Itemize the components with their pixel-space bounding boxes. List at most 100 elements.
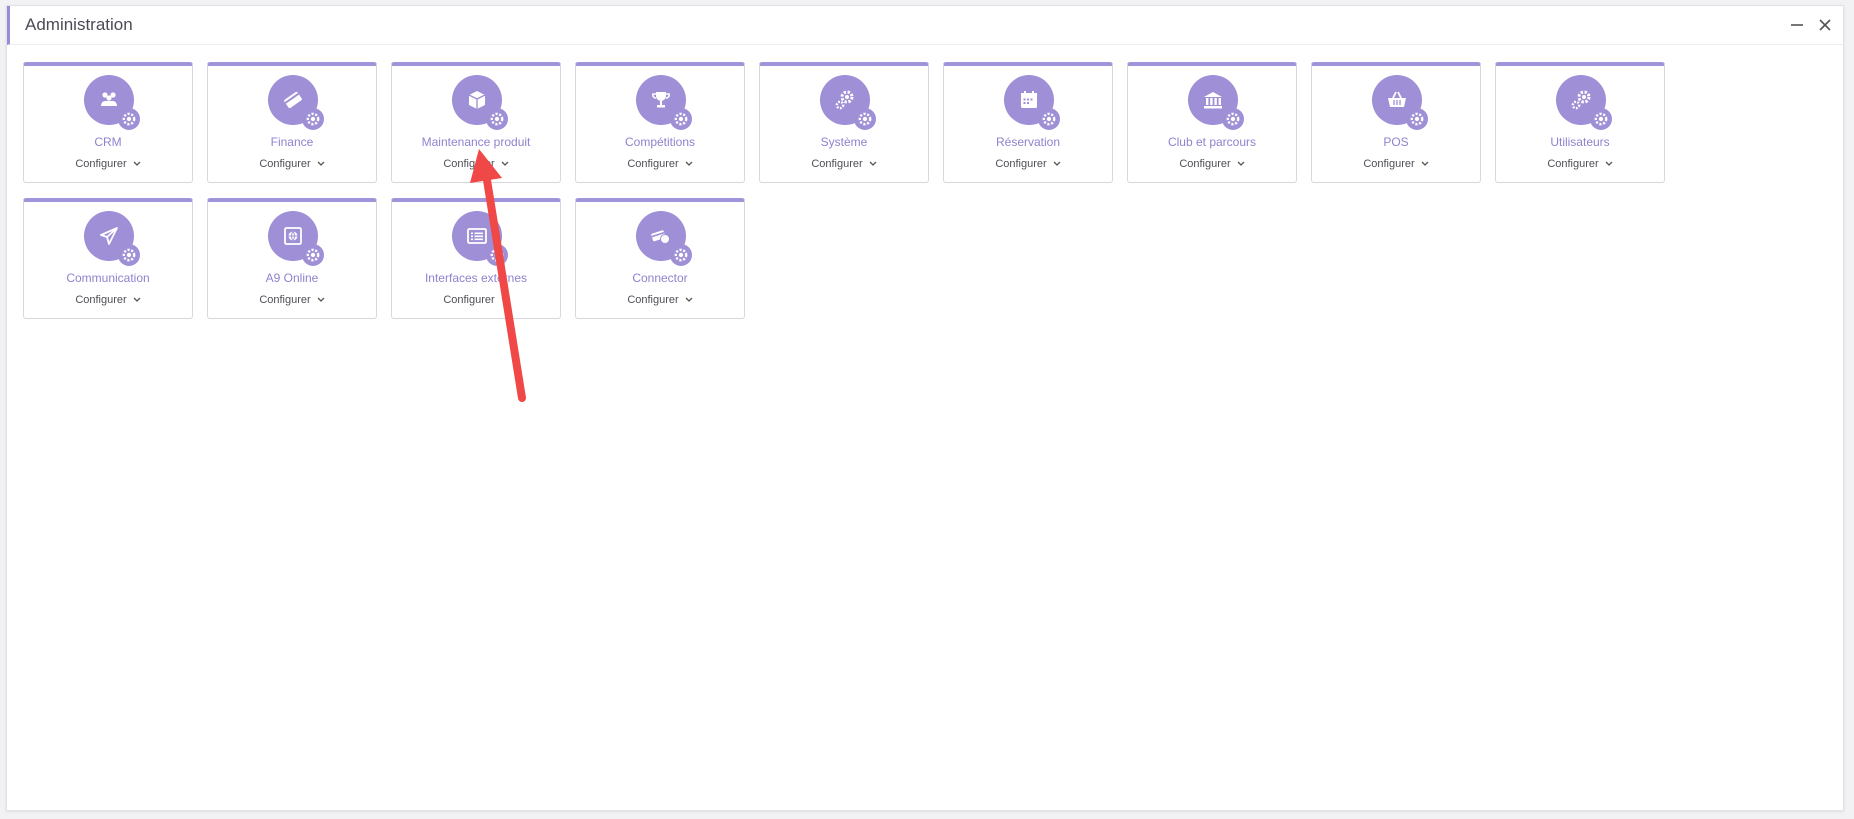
tile-utilisateurs[interactable]: Utilisateurs Configurer [1495, 62, 1665, 183]
box-icon [468, 91, 486, 109]
tile-label: Connector [632, 271, 688, 285]
configure-dropdown[interactable]: Configurer [760, 158, 928, 170]
tile-connector[interactable]: Connector Configurer [575, 198, 745, 319]
configure-dropdown[interactable]: Configurer [24, 158, 192, 170]
finance-icon-circle [268, 75, 324, 130]
gears-icon [835, 90, 854, 110]
configure-label: Configurer [443, 294, 495, 306]
tile-label: Système [820, 135, 868, 149]
configure-label: Configurer [259, 294, 311, 306]
configure-dropdown[interactable]: Configurer [576, 294, 744, 306]
tile-interfaces-externes[interactable]: Interfaces externes Configurer [391, 198, 561, 319]
tile-systeme[interactable]: Système Configurer [759, 62, 929, 183]
configure-label: Configurer [259, 158, 311, 170]
minimize-button[interactable] [1787, 15, 1807, 35]
tile-communication[interactable]: Communication Configurer [23, 198, 193, 319]
interfaces-icon-circle [452, 211, 508, 266]
tile-label: Compétitions [624, 135, 696, 149]
configure-label: Configurer [1547, 158, 1599, 170]
gear-icon [486, 244, 508, 266]
gear-icon [1222, 108, 1244, 130]
chevron-down-icon [1605, 161, 1613, 167]
reservation-icon-circle [1004, 75, 1060, 130]
tile-club-et-parcours[interactable]: Club et parcours Configurer [1127, 62, 1297, 183]
tile-label: Finance [270, 135, 314, 149]
configure-label: Configurer [75, 158, 127, 170]
chevron-down-icon [501, 297, 509, 303]
configure-dropdown[interactable]: Configurer [208, 294, 376, 306]
configure-dropdown[interactable]: Configurer [1496, 158, 1664, 170]
paper-plane-icon [100, 227, 118, 245]
gear-icon [486, 108, 508, 130]
club-icon-circle [1188, 75, 1244, 130]
competitions-icon-circle [636, 75, 692, 130]
chevron-down-icon [1053, 161, 1061, 167]
chevron-down-icon [1421, 161, 1429, 167]
trophy-icon [652, 92, 670, 108]
gear-icon [670, 244, 692, 266]
chevron-down-icon [317, 161, 325, 167]
connector-icon-circle [636, 211, 692, 266]
credit-card-icon [284, 91, 302, 109]
window-title: Administration [25, 15, 133, 34]
crm-icon-circle [84, 75, 140, 130]
configure-label: Configurer [811, 158, 863, 170]
chevron-down-icon [133, 161, 141, 167]
configure-label: Configurer [75, 294, 127, 306]
chevron-down-icon [1237, 161, 1245, 167]
tile-label: Utilisateurs [1550, 135, 1610, 149]
configure-dropdown[interactable]: Configurer [944, 158, 1112, 170]
window-titlebar: Administration [7, 6, 1843, 45]
chevron-down-icon [501, 161, 509, 167]
gear-icon [670, 108, 692, 130]
tile-label: Maintenance produit [421, 135, 531, 149]
tile-label: Réservation [995, 135, 1061, 149]
gear-icon [302, 244, 324, 266]
tile-maintenance-produit[interactable]: Maintenance produit Configurer [391, 62, 561, 183]
communication-icon-circle [84, 211, 140, 266]
tile-a9-online[interactable]: A9 Online Configurer [207, 198, 377, 319]
minimize-icon [1791, 24, 1803, 26]
configure-dropdown[interactable]: Configurer [24, 294, 192, 306]
tile-label: A9 Online [265, 271, 319, 285]
configure-label: Configurer [627, 158, 679, 170]
chevron-down-icon [317, 297, 325, 303]
chevron-down-icon [133, 297, 141, 303]
user-gears-icon [1571, 90, 1591, 110]
configure-label: Configurer [627, 294, 679, 306]
tile-reservation[interactable]: Réservation Configurer [943, 62, 1113, 183]
list-window-icon [467, 228, 487, 244]
tile-competitions[interactable]: Compétitions Configurer [575, 62, 745, 183]
gear-icon [1038, 108, 1060, 130]
configure-dropdown[interactable]: Configurer [392, 158, 560, 170]
tile-crm[interactable]: CRM Configurer [23, 62, 193, 183]
configure-label: Configurer [443, 158, 495, 170]
chevron-down-icon [685, 297, 693, 303]
maintenance-icon-circle [452, 75, 508, 130]
tile-label: Interfaces externes [424, 271, 528, 285]
shopping-basket-icon [1388, 91, 1406, 107]
chevron-down-icon [869, 161, 877, 167]
configure-dropdown[interactable]: Configurer [576, 158, 744, 170]
building-columns-icon [1204, 92, 1222, 109]
people-group-icon [101, 92, 117, 106]
gear-icon [1590, 108, 1612, 130]
close-button[interactable] [1815, 15, 1835, 35]
configure-label: Configurer [1363, 158, 1415, 170]
tile-label: POS [1383, 135, 1409, 149]
tile-label: Communication [66, 271, 150, 285]
pos-icon-circle [1372, 75, 1428, 130]
configure-dropdown[interactable]: Configurer [208, 158, 376, 170]
tile-label: CRM [94, 135, 122, 149]
tile-finance[interactable]: Finance Configurer [207, 62, 377, 183]
chevron-down-icon [685, 161, 693, 167]
systeme-icon-circle [820, 75, 876, 130]
globe-window-icon [284, 227, 302, 245]
tile-pos[interactable]: POS Configurer [1311, 62, 1481, 183]
configure-dropdown[interactable]: Configurer [1128, 158, 1296, 170]
configure-dropdown[interactable]: Configurer [392, 294, 560, 306]
gear-icon [1406, 108, 1428, 130]
configure-dropdown[interactable]: Configurer [1312, 158, 1480, 170]
connector-icon [651, 230, 670, 244]
gear-icon [118, 108, 140, 130]
